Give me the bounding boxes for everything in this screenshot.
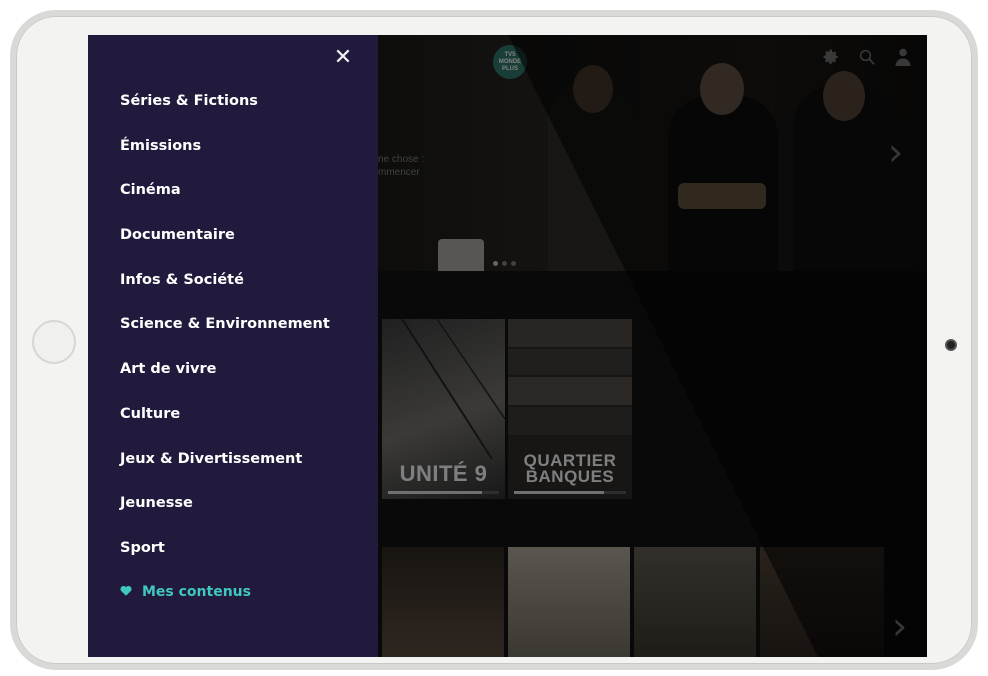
menu-item-sport[interactable]: Sport — [120, 538, 330, 583]
app-screen: ne chose : mmencer › TV5 MONDE PLUS — [88, 35, 927, 657]
menu-item-documentaire[interactable]: Documentaire — [120, 225, 330, 270]
menu-item-art-de-vivre[interactable]: Art de vivre — [120, 359, 330, 404]
menu-item-culture[interactable]: Culture — [120, 404, 330, 449]
menu-item-infos-societe[interactable]: Infos & Société — [120, 270, 330, 315]
menu-item-jeux-divertissement[interactable]: Jeux & Divertissement — [120, 449, 330, 494]
mes-contenus-label: Mes contenus — [142, 584, 251, 600]
menu-list: Séries & Fictions Émissions Cinéma Docum… — [120, 91, 330, 583]
menu-item-jeunesse[interactable]: Jeunesse — [120, 493, 330, 538]
menu-item-cinema[interactable]: Cinéma — [120, 180, 330, 225]
menu-item-science-environnement[interactable]: Science & Environnement — [120, 314, 330, 359]
menu-item-emissions[interactable]: Émissions — [120, 136, 330, 181]
home-button[interactable] — [32, 320, 76, 364]
menu-item-series-fictions[interactable]: Séries & Fictions — [120, 91, 330, 136]
side-menu: ✕ Séries & Fictions Émissions Cinéma Doc… — [88, 35, 378, 657]
menu-item-mes-contenus[interactable]: Mes contenus — [120, 584, 251, 600]
close-icon[interactable]: ✕ — [332, 47, 354, 69]
heart-icon — [120, 584, 132, 600]
camera-lens — [945, 339, 957, 351]
